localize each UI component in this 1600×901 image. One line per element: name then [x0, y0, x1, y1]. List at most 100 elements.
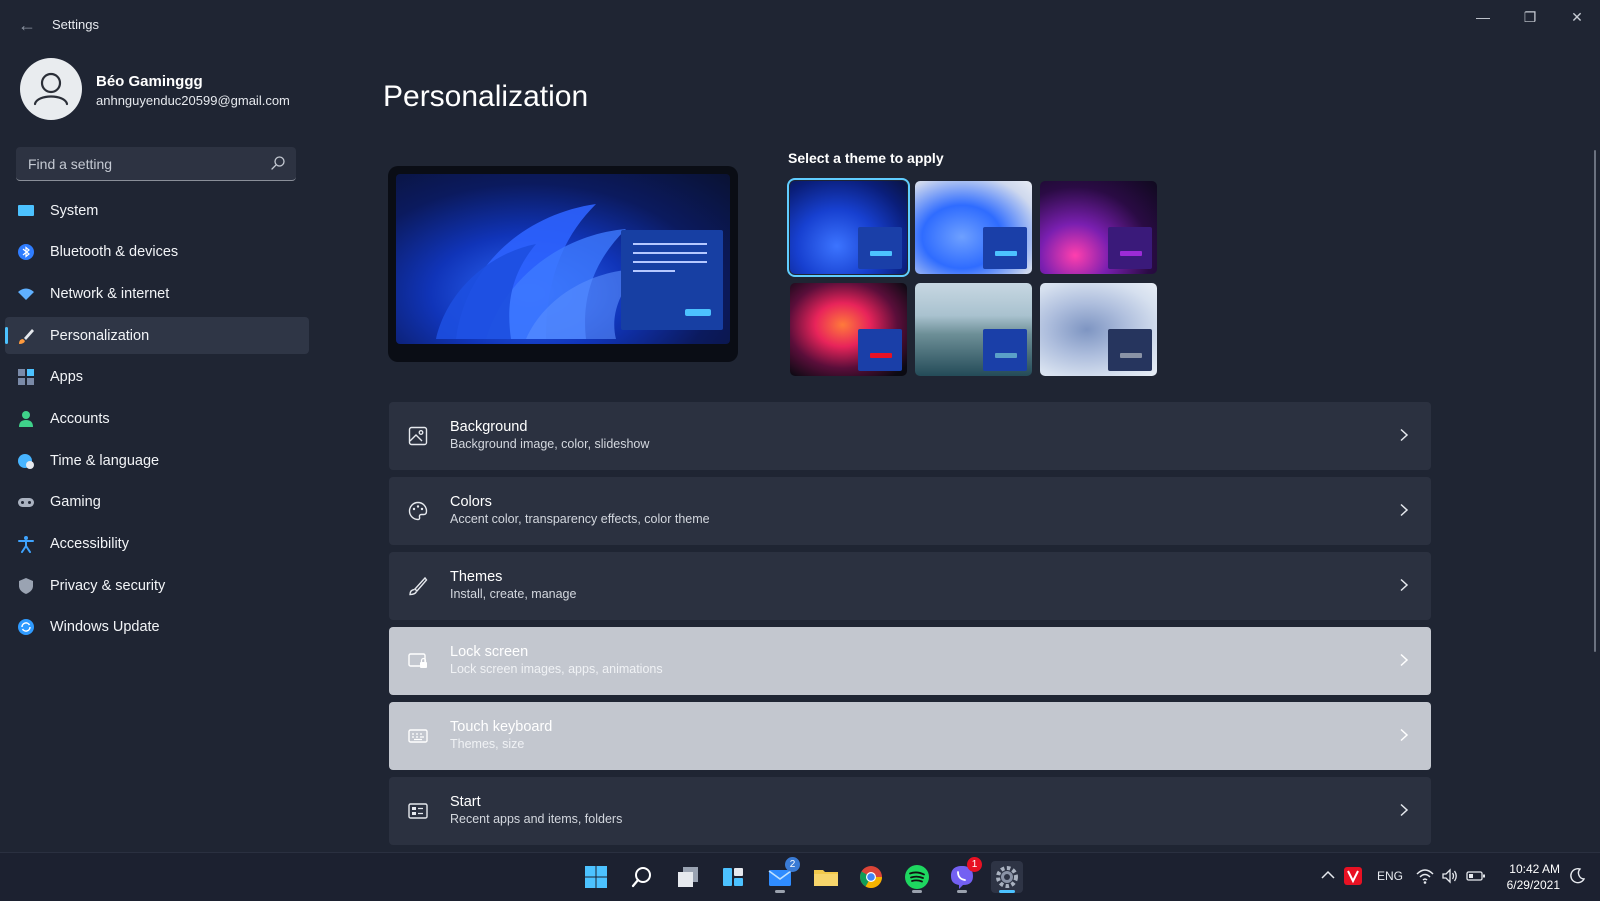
clock[interactable]: 10:42 AM 6/29/2021 — [1496, 861, 1560, 893]
gamepad-icon — [18, 498, 34, 508]
sidebar-item-windows-update[interactable]: Windows Update — [5, 609, 309, 646]
sidebar-item-gaming[interactable]: Gaming — [5, 484, 309, 521]
sidebar-item-network[interactable]: Network & internet — [5, 275, 309, 312]
file-explorer-button[interactable] — [810, 861, 842, 893]
sidebar-item-label: Network & internet — [50, 285, 170, 302]
card-title: Touch keyboard — [450, 719, 553, 735]
picture-icon — [408, 426, 428, 446]
theme-thumbnail[interactable] — [1040, 283, 1157, 376]
task-view-button[interactable] — [672, 861, 704, 893]
close-button[interactable]: ✕ — [1554, 4, 1600, 30]
maximize-button[interactable]: ❐ — [1507, 4, 1553, 30]
folder-icon — [814, 870, 838, 886]
task-view-icon — [678, 867, 698, 887]
touch-keyboard-card[interactable]: Touch keyboard Themes, size — [389, 702, 1431, 770]
apps-icon — [18, 369, 34, 386]
card-title: Start — [450, 794, 481, 810]
bluetooth-icon — [18, 244, 34, 261]
clock-date: 6/29/2021 — [1506, 878, 1560, 892]
card-subtitle: Themes, size — [450, 737, 525, 751]
theme-thumbnail[interactable] — [915, 283, 1032, 376]
keyboard-icon — [408, 729, 428, 743]
wifi-icon — [18, 288, 34, 300]
sidebar-item-label: Windows Update — [50, 619, 160, 636]
sidebar-item-label: Time & language — [50, 452, 160, 469]
wifi-icon[interactable] — [1416, 867, 1434, 888]
shield-icon — [19, 577, 33, 594]
sidebar-item-label: System — [50, 202, 99, 219]
sidebar-item-personalization[interactable]: Personalization — [5, 317, 309, 355]
chevron-right-icon — [1400, 653, 1409, 667]
sidebar-item-privacy[interactable]: Privacy & security — [5, 567, 309, 604]
preview-wallpaper — [396, 174, 730, 344]
globe-clock-icon — [18, 453, 34, 469]
taskbar-search-button[interactable] — [626, 861, 658, 893]
chevron-right-icon — [1400, 803, 1409, 817]
sidebar-item-accessibility[interactable]: Accessibility — [5, 526, 309, 563]
widgets-icon — [723, 868, 743, 886]
sidebar-item-accounts[interactable]: Accounts — [5, 400, 309, 437]
colors-card[interactable]: Colors Accent color, transparency effect… — [389, 477, 1431, 545]
volume-icon[interactable] — [1441, 867, 1459, 888]
avatar[interactable] — [20, 58, 82, 120]
sidebar-item-label: Apps — [50, 369, 84, 386]
sidebar-item-label: Personalization — [50, 327, 150, 344]
monitor-icon — [18, 204, 34, 216]
sidebar-item-label: Accounts — [50, 410, 110, 427]
clock-time: 10:42 AM — [1509, 862, 1560, 876]
chevron-right-icon — [1400, 578, 1409, 592]
lock-screen-card[interactable]: Lock screen Lock screen images, apps, an… — [389, 627, 1431, 695]
battery-icon[interactable] — [1466, 867, 1486, 888]
sidebar-item-label: Bluetooth & devices — [50, 244, 179, 261]
start-card[interactable]: Start Recent apps and items, folders — [389, 777, 1431, 845]
scrollbar[interactable] — [1594, 150, 1596, 652]
person-icon — [19, 410, 33, 427]
theme-thumbnail[interactable] — [790, 283, 907, 376]
themes-label: Select a theme to apply — [788, 150, 944, 166]
vivaldi-tray-icon[interactable] — [1344, 867, 1362, 888]
card-title: Colors — [450, 494, 492, 510]
minimize-button[interactable]: — — [1460, 4, 1506, 30]
chrome-button[interactable] — [855, 861, 887, 893]
sidebar-item-apps[interactable]: Apps — [5, 359, 309, 396]
search-box[interactable] — [16, 147, 296, 181]
person-icon — [33, 72, 69, 106]
mail-badge: 2 — [785, 857, 800, 872]
sidebar-item-bluetooth[interactable]: Bluetooth & devices — [5, 234, 309, 271]
theme-thumbnail[interactable] — [1040, 181, 1157, 274]
sidebar-item-time-language[interactable]: Time & language — [5, 442, 309, 479]
search-icon — [631, 867, 651, 888]
start-icon — [408, 803, 428, 819]
theme-grid — [787, 178, 1163, 379]
back-arrow-icon[interactable]: ← — [16, 14, 38, 36]
notifications-moon-icon[interactable] — [1568, 867, 1586, 888]
start-button[interactable] — [580, 861, 612, 893]
mail-app-button[interactable]: 2 — [764, 857, 800, 893]
taskbar: 2 1 ENG 10:42 AM 6/29/2021 — [0, 852, 1600, 901]
widgets-button[interactable] — [717, 861, 749, 893]
theme-thumbnail[interactable] — [787, 178, 910, 277]
viber-badge: 1 — [967, 857, 982, 872]
background-card[interactable]: Background Background image, color, slid… — [389, 402, 1431, 470]
chevron-right-icon — [1400, 428, 1409, 442]
sidebar-item-system[interactable]: System — [5, 192, 309, 229]
themes-card[interactable]: Themes Install, create, manage — [389, 552, 1431, 620]
windows-logo-icon — [585, 866, 607, 888]
app-title: Settings — [52, 17, 99, 32]
gear-icon — [996, 866, 1018, 888]
language-indicator[interactable]: ENG — [1377, 869, 1403, 883]
theme-thumbnail[interactable] — [915, 181, 1032, 274]
viber-button[interactable]: 1 — [946, 857, 982, 893]
card-title: Background — [450, 419, 528, 435]
search-icon[interactable] — [270, 155, 286, 171]
settings-app-button[interactable] — [991, 861, 1023, 893]
card-title: Lock screen — [450, 644, 529, 660]
spotify-button[interactable] — [901, 861, 933, 893]
lock-screen-icon — [408, 653, 427, 668]
chrome-icon — [860, 866, 882, 888]
search-input[interactable] — [26, 147, 260, 181]
card-title: Themes — [450, 569, 503, 585]
tray-overflow-chevron-icon[interactable] — [1320, 867, 1336, 886]
preview-window — [621, 230, 723, 330]
sidebar-item-label: Accessibility — [50, 536, 129, 552]
